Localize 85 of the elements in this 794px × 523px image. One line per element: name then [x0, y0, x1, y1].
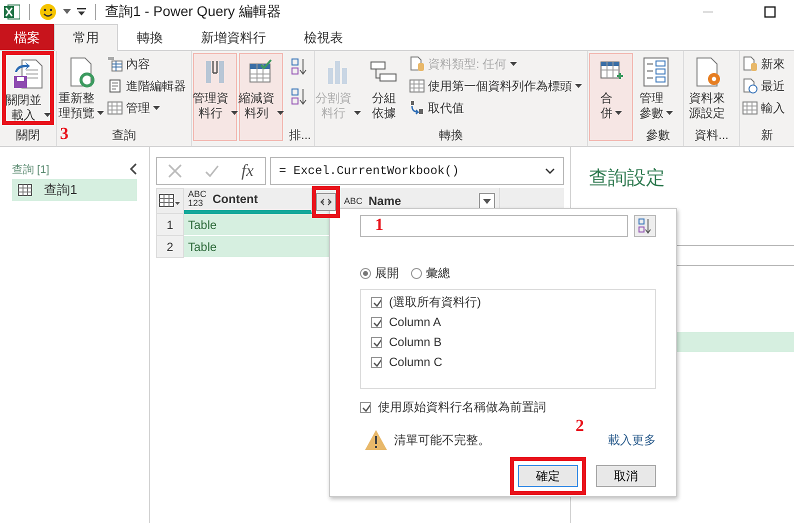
sort-button[interactable] [634, 215, 656, 237]
ribbon-button[interactable]: 重新整理預覽 [58, 53, 104, 123]
mode-radio[interactable]: 彙總 [411, 264, 450, 282]
save-document-icon [12, 58, 44, 90]
document-icon [742, 56, 758, 72]
ribbon-group-label: 轉換 [439, 127, 463, 144]
ribbon-button[interactable]: 取代值 [408, 97, 583, 119]
ribbon-button[interactable]: 管理資料行 [193, 53, 237, 141]
ribbon-button[interactable]: 使用第一個資料列作為標頭 [408, 75, 583, 97]
ribbon-tab[interactable]: 檔案 [0, 24, 54, 50]
ribbon-button[interactable]: 內容 [106, 53, 187, 75]
ribbon-tab[interactable]: 新增資料行 [182, 24, 285, 50]
smiley-icon[interactable] [39, 3, 57, 21]
check-icon[interactable] [204, 164, 219, 178]
sort-icon[interactable] [290, 57, 308, 77]
script-icon [107, 78, 123, 94]
warning-text: 清單可能不完整。 [394, 432, 490, 448]
ribbon-button[interactable]: 分組依據 [362, 53, 406, 123]
document-icon [409, 56, 425, 72]
checkmark-icon [372, 336, 381, 348]
ribbon-button[interactable]: 管理 [106, 97, 187, 119]
filter-dropdown-icon[interactable] [479, 193, 495, 209]
step-number: 3 [60, 125, 68, 143]
ribbon-group-label: 新 [761, 127, 773, 144]
type-label: ABC [344, 196, 363, 206]
ribbon-tab[interactable]: 轉換 [118, 24, 182, 50]
formula-field[interactable]: = Excel.CurrentWorkbook() [270, 157, 564, 185]
row-number: 2 [156, 236, 184, 258]
table-icon [742, 100, 758, 116]
query-item[interactable]: 查詢1 [12, 179, 137, 201]
ribbon-button[interactable]: 最近 [741, 75, 786, 97]
ok-button[interactable]: 確定 [518, 465, 578, 487]
column-checkbox[interactable]: Column C [371, 352, 655, 372]
customize-caret-icon[interactable] [77, 8, 86, 16]
checkmark-icon [361, 402, 370, 412]
ribbon-group-label: 參數 [646, 127, 670, 144]
mode-radio[interactable]: 展開 [360, 264, 399, 282]
load-more-link[interactable]: 載入更多 [608, 432, 656, 448]
type-label: ABC 123 [188, 190, 207, 208]
ribbon-button[interactable]: 新來 [741, 53, 786, 75]
table-icon [159, 194, 181, 208]
caret-icon[interactable] [63, 9, 71, 15]
maximize-icon[interactable] [764, 6, 776, 18]
column-checkbox[interactable]: Column B [371, 332, 655, 352]
ribbon-group-label: 排... [288, 127, 311, 144]
sort-icon[interactable] [290, 87, 308, 107]
step-number: 1 [375, 216, 384, 234]
ribbon-group-label: 查詢 [112, 127, 136, 144]
replace-icon [409, 100, 425, 116]
cancel-button[interactable]: 取消 [596, 465, 656, 487]
ribbon-button[interactable]: 合併 [589, 53, 633, 141]
expand-icon[interactable] [316, 193, 336, 211]
queries-header: 查詢 [1] [12, 162, 50, 176]
column-checkbox[interactable]: (選取所有資料行) [371, 292, 655, 312]
document-clock-icon [742, 78, 758, 94]
search-field[interactable]: 1 [360, 215, 628, 237]
row-number: 1 [156, 214, 184, 236]
function-button[interactable]: fx [241, 161, 254, 181]
ribbon-tab[interactable]: 常用 [54, 24, 118, 51]
checkmark-icon [372, 316, 381, 328]
chevron-icon[interactable] [545, 168, 555, 174]
table-icon [409, 78, 425, 94]
window-title: 查詢1 - Power Query 編輯器 [105, 3, 281, 21]
collapse-icon[interactable] [129, 163, 137, 175]
ribbon-button[interactable]: 關閉並載入 [6, 55, 50, 121]
ribbon-tab[interactable]: 檢視表 [285, 24, 362, 50]
ribbon-button[interactable]: 管理參數 [634, 53, 678, 123]
ribbon-group-label: 資料... [694, 127, 728, 144]
ribbon-button[interactable]: 縮減資料列 [239, 53, 283, 141]
ribbon-button[interactable]: 資料來源設定 [685, 53, 729, 123]
ribbon-button[interactable]: 進階編輯器 [106, 75, 187, 97]
warning-icon [364, 429, 388, 451]
table-menu-button[interactable] [156, 188, 184, 214]
table-icon [18, 184, 32, 196]
step-number: 2 [576, 417, 584, 435]
checkmark-icon [372, 296, 381, 308]
properties-icon [107, 56, 123, 72]
prefix-checkbox[interactable]: 使用原始資料行名稱做為前置詞 [360, 397, 656, 417]
column-checkbox[interactable]: Column A [371, 312, 655, 332]
excel-logo-icon [4, 4, 20, 20]
checkmark-icon [372, 356, 381, 368]
ribbon-group-label: 關閉 [16, 127, 40, 144]
table-icon [107, 100, 123, 116]
query-settings-title: 查詢設定 [588, 167, 666, 191]
ribbon-button[interactable]: 輸入 [741, 97, 786, 119]
